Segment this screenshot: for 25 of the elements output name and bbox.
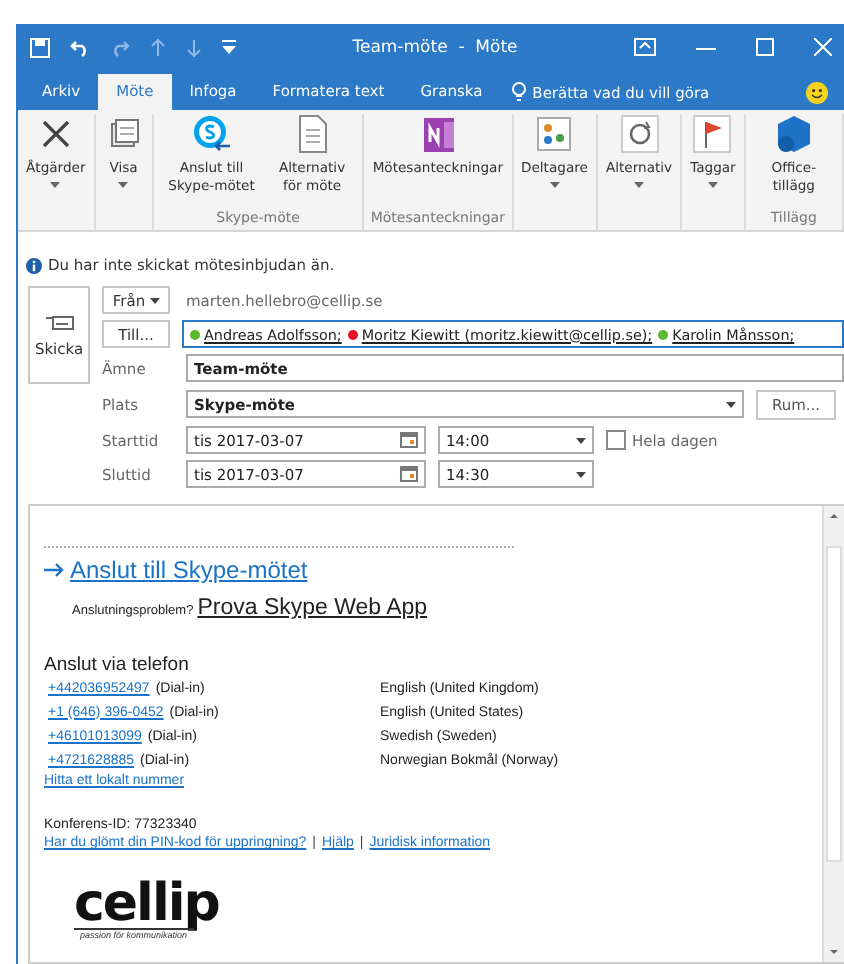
undo-icon[interactable] <box>70 37 90 57</box>
envelope-icon <box>45 313 73 329</box>
calendar-icon[interactable] <box>400 466 418 482</box>
info-icon <box>26 257 42 273</box>
lightbulb-icon <box>512 82 527 102</box>
phone-heading: Anslut via telefon <box>44 654 191 676</box>
window-title: Team-möte - Möte <box>350 37 520 57</box>
scrollbar-thumb[interactable] <box>826 546 842 862</box>
right-arrow-icon <box>44 562 64 578</box>
cube-icon <box>773 114 814 154</box>
dropdown-icon <box>576 437 586 443</box>
web-app-link[interactable]: Prova Skype Web App <box>197 596 428 620</box>
close-icon[interactable] <box>814 38 832 56</box>
maximize-icon[interactable] <box>756 38 774 56</box>
company-logo: cellip <box>74 880 219 928</box>
calendar-icon[interactable] <box>400 432 418 448</box>
join-meeting-link[interactable]: Anslut till Skype-mötet <box>44 556 822 584</box>
smiley-icon[interactable] <box>806 82 828 104</box>
all-day-checkbox[interactable] <box>606 430 626 450</box>
save-icon[interactable] <box>30 37 50 57</box>
caret-icon <box>149 297 160 303</box>
customize-icon[interactable] <box>222 40 236 54</box>
ribbon-display-icon[interactable] <box>634 38 656 56</box>
dropdown-icon <box>726 401 736 407</box>
dropdown-icon <box>576 471 586 477</box>
